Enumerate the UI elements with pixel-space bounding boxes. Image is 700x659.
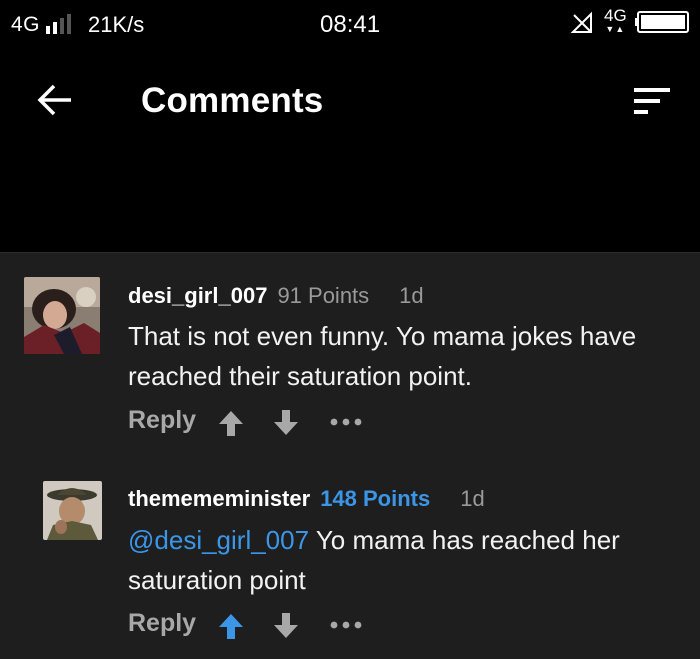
comment-username[interactable]: desi_girl_007 [128,283,267,308]
comment-age: 1d [460,486,485,511]
comment-header: desi_girl_007 91 Points 1d [128,283,424,309]
comment-points: 148 Points [320,486,431,511]
reply-button[interactable]: Reply [128,609,196,638]
downvote-arrow-icon[interactable] [271,408,301,438]
comment-reply-item: themememinister 148 Points 1d @desi_girl_0… [0,453,700,659]
more-options-icon[interactable] [328,414,364,430]
app-bar: Comments [0,48,700,252]
comment-actions: Reply [128,609,368,649]
comment-list: desi_girl_007 91 Points 1d That is not eve… [0,253,700,659]
comment-points: 91 Points [277,283,370,308]
comment-text: That is not even funny. Yo mama jokes ha… [128,321,637,391]
back-arrow-icon[interactable] [35,80,75,120]
comment-actions: Reply [128,406,368,446]
avatar[interactable] [43,481,102,540]
comment-header: themememinister 148 Points 1d [128,486,485,512]
downvote-arrow-icon[interactable] [271,611,301,641]
reply-button[interactable]: Reply [128,406,196,435]
more-options-icon[interactable] [328,617,364,633]
network-type: 4G [11,13,41,36]
user-mention-link[interactable]: @desi_girl_007 [128,525,309,555]
upvote-arrow-icon[interactable] [216,408,246,438]
status-bar: 4G 21K/s 08:41 4G ▼▲ [0,0,700,48]
network-speed: 21K/s [88,12,145,37]
data-activity-icon: ▼▲ [605,24,626,34]
comment-item: desi_girl_007 91 Points 1d That is not eve… [0,253,700,453]
avatar[interactable] [24,277,100,354]
mute-icon [570,11,592,33]
comment-username[interactable]: themememinister [128,486,310,511]
avatar-photo-icon [43,481,102,540]
page-title: Comments [141,81,324,120]
signal-strength-icon [46,14,71,34]
network-type-secondary: 4G ▼▲ [604,6,627,34]
sort-icon[interactable] [630,84,674,118]
comments-screen: 4G 21K/s 08:41 4G ▼▲ Comments desi_girl_… [0,0,700,659]
comment-age: 1d [399,283,424,308]
battery-icon [635,11,689,33]
upvote-arrow-icon[interactable] [216,611,246,641]
avatar-photo-icon [24,277,100,354]
comment-text: @desi_girl_007 Yo mama has reached her s… [128,520,668,600]
clock: 08:41 [320,11,381,38]
network-type-secondary-label: 4G [604,6,627,25]
